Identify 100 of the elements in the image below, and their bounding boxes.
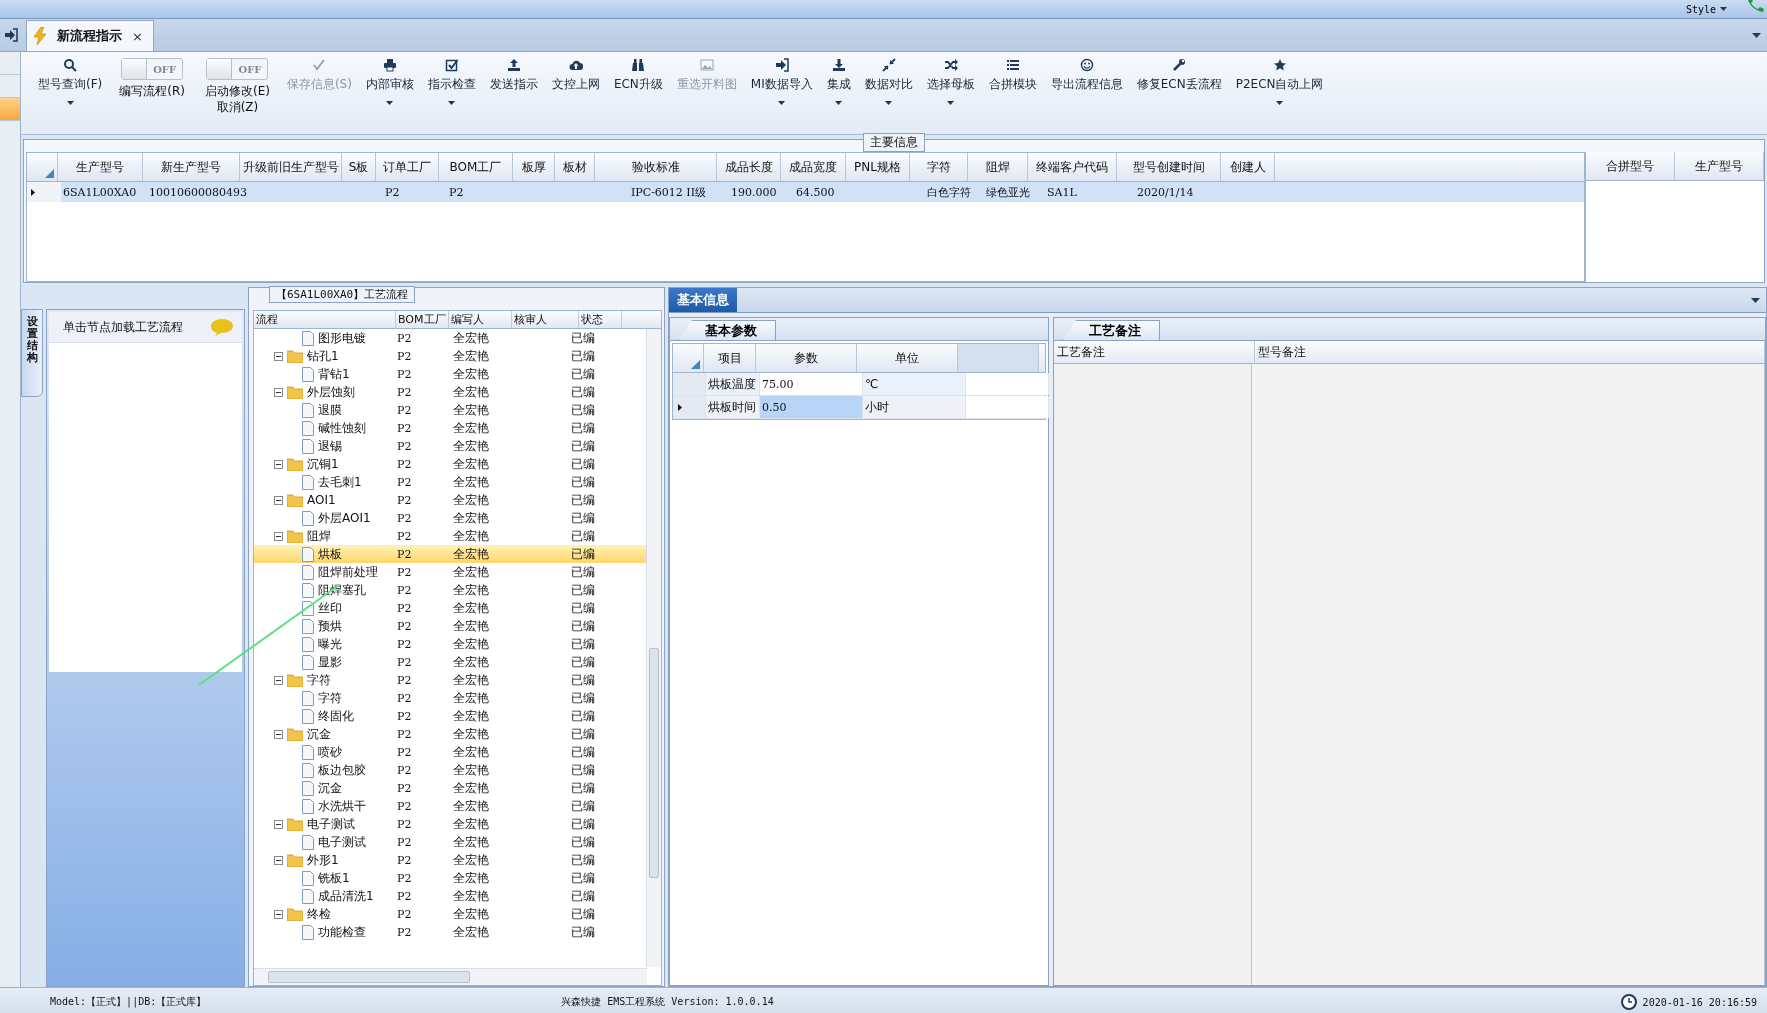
close-button[interactable]: × — [132, 28, 143, 44]
collapse-toggle[interactable] — [274, 495, 283, 505]
panel-tab[interactable]: 基本信息 — [669, 288, 737, 312]
toolbar-button[interactable]: 文控上网 — [544, 52, 607, 130]
toolbar-button[interactable]: P2ECN自动上网 — [1228, 52, 1331, 130]
tree-row[interactable]: 板边包胶 P2 全宏艳 已编 — [254, 761, 647, 779]
table-cell: 已编 — [571, 347, 595, 365]
toolbar-button[interactable]: MI数据导入 — [743, 52, 820, 130]
table-cell: 全宏艳 — [453, 581, 489, 599]
toolbar-button[interactable]: 内部审核 — [358, 52, 421, 130]
tree-row[interactable]: 电子测试 P2 全宏艳 已编 — [254, 833, 647, 851]
collapse-toggle[interactable] — [274, 675, 283, 685]
tree-row[interactable]: 水洗烘干 P2 全宏艳 已编 — [254, 797, 647, 815]
phone-icon[interactable] — [1745, 0, 1765, 14]
tree-row[interactable]: 字符 P2 全宏艳 已编 — [254, 671, 647, 689]
collapse-toggle[interactable] — [274, 729, 283, 739]
table-cell: P2 — [397, 889, 412, 903]
toolbar-button[interactable]: 导出流程信息 — [1043, 52, 1130, 130]
tree-row[interactable]: 背钻1 P2 全宏艳 已编 — [254, 365, 647, 383]
table-cell: P2 — [397, 673, 412, 687]
tree-row[interactable]: 终检 P2 全宏艳 已编 — [254, 905, 647, 923]
tree-row[interactable]: 钻孔1 P2 全宏艳 已编 — [254, 347, 647, 365]
tree-row[interactable]: 曝光 P2 全宏艳 已编 — [254, 635, 647, 653]
toolbar-button[interactable]: 发送指示 — [482, 52, 545, 130]
collapse-toggle[interactable] — [274, 459, 283, 469]
document-icon — [302, 888, 314, 904]
tree-row[interactable]: 去毛刺1 P2 全宏艳 已编 — [254, 473, 647, 491]
table-cell: P2 — [397, 709, 412, 723]
node-label: 碱性蚀刻 — [318, 419, 366, 437]
caret-icon[interactable] — [1752, 32, 1761, 38]
toolbar-button[interactable]: 集成 — [819, 52, 858, 130]
tree-row[interactable]: 功能检查 P2 全宏艳 已编 — [254, 923, 647, 941]
panel-tab[interactable]: 基本参数 — [678, 320, 776, 340]
style-menu[interactable]: Style — [1685, 3, 1727, 15]
tree-row[interactable]: 碱性蚀刻 P2 全宏艳 已编 — [254, 419, 647, 437]
collapse-toggle[interactable] — [274, 855, 283, 865]
caret-icon — [448, 101, 456, 105]
table-cell: 已编 — [571, 833, 595, 851]
tree-row[interactable]: 沉金 P2 全宏艳 已编 — [254, 779, 647, 797]
column-header: 项目 — [717, 349, 742, 367]
side-tab[interactable]: 设置结构 — [21, 309, 43, 397]
caret-icon[interactable] — [1751, 297, 1760, 303]
collapse-toggle[interactable] — [274, 351, 283, 361]
row-pointer-icon — [678, 403, 682, 411]
document-icon — [302, 762, 314, 778]
tree-row[interactable]: 显影 P2 全宏艳 已编 — [254, 653, 647, 671]
toolbar-button[interactable]: 指示检查 — [420, 52, 483, 130]
vertical-scrollbar[interactable] — [646, 329, 661, 967]
toolbar-button[interactable]: 数据对比 — [857, 52, 920, 130]
note-field[interactable] — [1252, 364, 1765, 985]
table-cell: 已编 — [571, 635, 595, 653]
table-cell: 已编 — [571, 509, 595, 527]
toolbar-button[interactable]: 选择母板 — [919, 52, 982, 130]
tree-row[interactable]: 外层AOI1 P2 全宏艳 已编 — [254, 509, 647, 527]
tree-row[interactable]: 阻焊前处理 P2 全宏艳 已编 — [254, 563, 647, 581]
table-cell: 全宏艳 — [453, 707, 489, 725]
tree-row[interactable]: 铣板1 P2 全宏艳 已编 — [254, 869, 647, 887]
tree-row[interactable]: 丝印 P2 全宏艳 已编 — [254, 599, 647, 617]
document-icon — [302, 564, 314, 580]
speech-bubble-icon — [210, 318, 234, 336]
toolbar-button[interactable]: 修复ECN丢流程 — [1129, 52, 1229, 130]
horizontal-scrollbar[interactable] — [254, 968, 647, 985]
node-label: AOI1 — [307, 493, 336, 507]
sign-in-icon[interactable] — [4, 28, 18, 42]
toolbar-button[interactable]: ECN升级 — [606, 52, 670, 130]
tree-row[interactable]: 阻焊 P2 全宏艳 已编 — [254, 527, 647, 545]
tree-row[interactable]: 预烘 P2 全宏艳 已编 — [254, 617, 647, 635]
table-cell: IPC-6012 II级 — [630, 184, 707, 200]
tree-row[interactable]: AOI1 P2 全宏艳 已编 — [254, 491, 647, 509]
tree-row[interactable]: 沉金 P2 全宏艳 已编 — [254, 725, 647, 743]
collapse-toggle[interactable] — [274, 531, 283, 541]
tree-row[interactable]: 退锡 P2 全宏艳 已编 — [254, 437, 647, 455]
collapse-toggle[interactable] — [274, 909, 283, 919]
folder-icon — [287, 673, 303, 687]
table-row[interactable]: 6SA1L00XA0 10010600080493 P2 P2 IPC-6012 II级 190.000 64.500 白色字符 绿色亚光 SA1L 2020/1/14 — [27, 182, 1584, 202]
node-label: 去毛刺1 — [318, 473, 362, 491]
tree-row[interactable]: 外层蚀刻 P2 全宏艳 已编 — [254, 383, 647, 401]
panel-tab[interactable]: 工艺备注 — [1062, 320, 1160, 340]
tree-row[interactable]: 字符 P2 全宏艳 已编 — [254, 689, 647, 707]
document-tab[interactable]: 新流程指示 × — [26, 20, 154, 51]
tree-row[interactable]: 外形1 P2 全宏艳 已编 — [254, 851, 647, 869]
note-field[interactable] — [1054, 364, 1252, 985]
toolbar-button[interactable]: 型号查询(F) — [31, 52, 110, 130]
collapse-toggle[interactable] — [274, 387, 283, 397]
node-label: 终检 — [307, 905, 331, 923]
tree-row[interactable]: 喷砂 P2 全宏艳 已编 — [254, 743, 647, 761]
node-label: 阻焊前处理 — [318, 563, 378, 581]
tree-row[interactable]: 电子测试 P2 全宏艳 已编 — [254, 815, 647, 833]
collapse-toggle[interactable] — [274, 819, 283, 829]
tree-row[interactable]: 终固化 P2 全宏艳 已编 — [254, 707, 647, 725]
tree-row[interactable]: 图形电镀 P2 全宏艳 已编 — [254, 329, 647, 347]
table-cell: P2 — [397, 565, 412, 579]
tree-row[interactable]: 退膜 P2 全宏艳 已编 — [254, 401, 647, 419]
table-cell: 绿色亚光 — [986, 184, 1030, 200]
table-cell: P2 — [397, 547, 412, 561]
toolbar-button[interactable]: 合拼模块 — [981, 52, 1044, 130]
tree-row[interactable]: 烘板 P2 全宏艳 已编 — [254, 545, 647, 563]
tree-row[interactable]: 沉铜1 P2 全宏艳 已编 — [254, 455, 647, 473]
tree-row[interactable]: 成品清洗1 P2 全宏艳 已编 — [254, 887, 647, 905]
table-cell: 已编 — [571, 527, 595, 545]
